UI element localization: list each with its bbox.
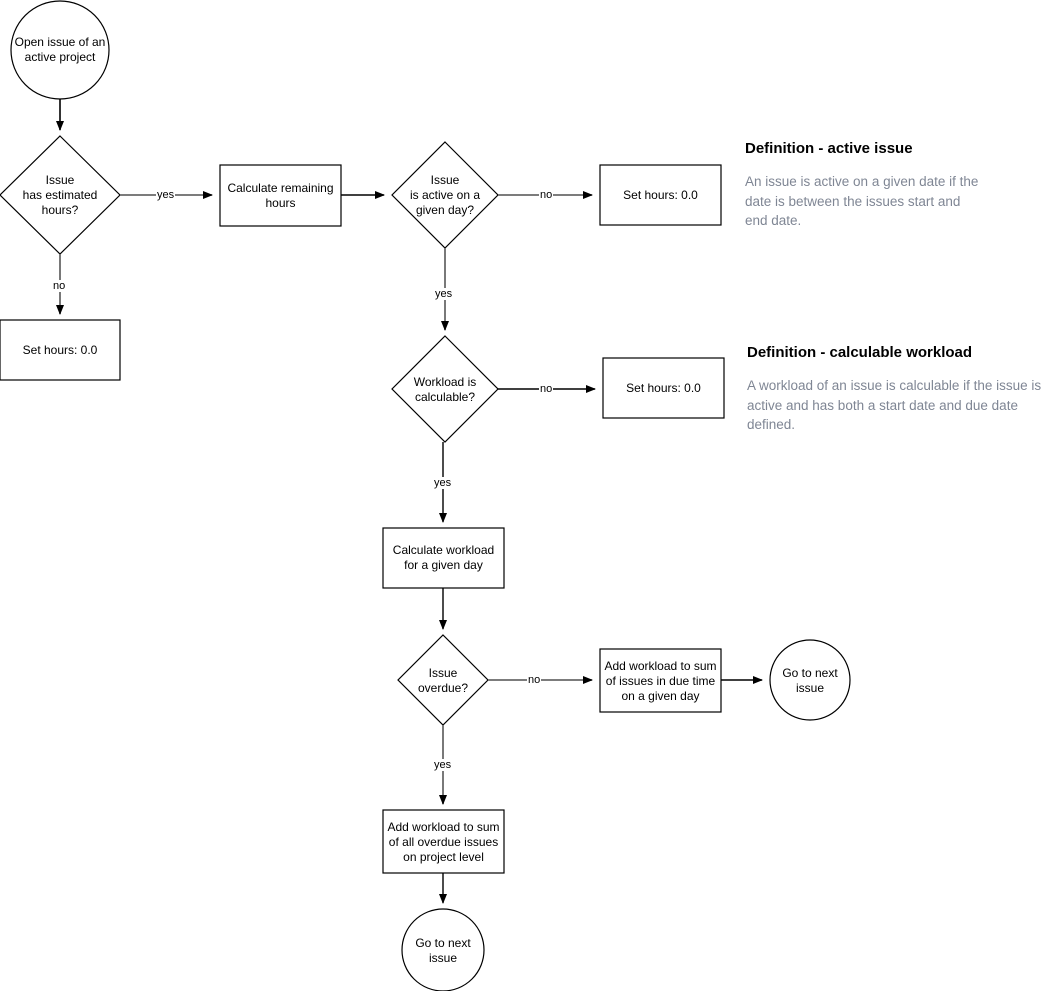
definition-active-issue-body: An issue is active on a given date if th… xyxy=(745,174,979,228)
definition-calculable-workload: Definition - calculable workload A workl… xyxy=(747,343,1059,435)
node-set-hours-left-shape[interactable] xyxy=(0,319,121,381)
edge-label-overdue-yes: yes xyxy=(433,759,453,771)
node-workload-calculable-shape[interactable] xyxy=(391,335,499,443)
definition-active-issue: Definition - active issue An issue is ac… xyxy=(745,139,980,231)
node-add-workload-due-time-shape[interactable] xyxy=(599,648,722,713)
node-add-workload-overdue-shape[interactable] xyxy=(382,809,505,874)
edge-label-active-no: no xyxy=(539,189,554,201)
node-has-estimated-hours-shape[interactable] xyxy=(0,135,121,255)
definition-active-issue-title: Definition - active issue xyxy=(745,140,913,157)
node-start-open-issue-shape[interactable] xyxy=(10,0,110,100)
node-go-next-issue-bottom-shape[interactable] xyxy=(401,908,485,991)
definition-calculable-workload-body: A workload of an issue is calculable if … xyxy=(747,378,1042,432)
edge-label-overdue-no: no xyxy=(527,674,542,686)
edge-label-calculable-yes: yes xyxy=(433,477,453,489)
edge-label-estimated-yes: yes xyxy=(156,189,176,201)
edge-label-active-yes: yes xyxy=(434,288,454,300)
definition-calculable-workload-title: Definition - calculable workload xyxy=(747,344,973,361)
edge-label-estimated-no: no xyxy=(52,280,67,292)
node-set-hours-calculable-shape[interactable] xyxy=(602,357,725,419)
node-go-next-issue-right-shape[interactable] xyxy=(769,639,851,721)
node-set-hours-active-shape[interactable] xyxy=(599,164,722,226)
node-is-active-given-day-shape[interactable] xyxy=(391,141,499,249)
node-issue-overdue-shape[interactable] xyxy=(397,634,489,726)
edge-label-calculable-no: no xyxy=(539,383,554,395)
node-calculate-remaining-hours-shape[interactable] xyxy=(219,164,342,227)
flowchart-canvas: Open issue of an active project Issue ha… xyxy=(0,0,1064,991)
node-calculate-workload-day-shape[interactable] xyxy=(382,527,505,589)
